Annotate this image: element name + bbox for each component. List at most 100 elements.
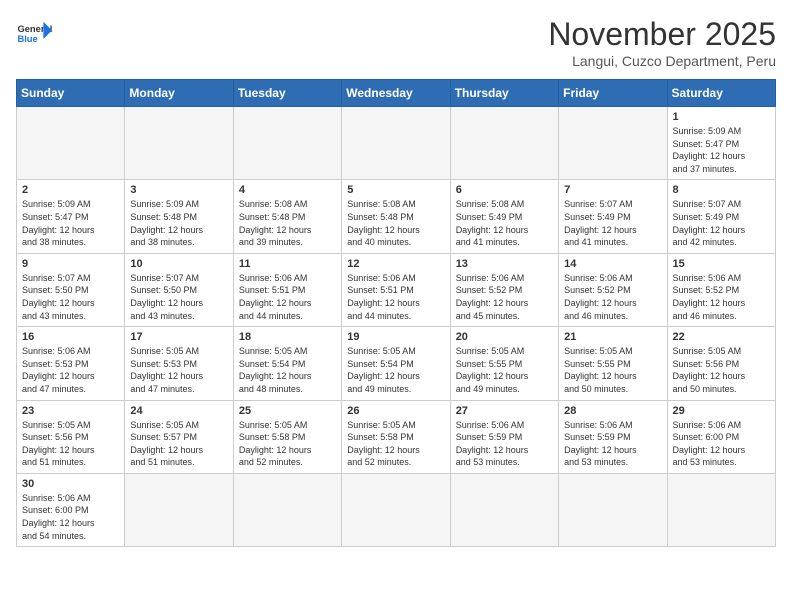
day-info: Sunrise: 5:06 AM Sunset: 5:51 PM Dayligh… xyxy=(239,272,336,322)
calendar-cell: 8 Sunrise: 5:07 AM Sunset: 5:49 PM Daylig… xyxy=(667,180,775,253)
day-info: Sunrise: 5:05 AM Sunset: 5:54 PM Dayligh… xyxy=(347,345,444,395)
day-info: Sunrise: 5:07 AM Sunset: 5:50 PM Dayligh… xyxy=(22,272,119,322)
calendar-week-1: 1 Sunrise: 5:09 AM Sunset: 5:47 PM Daylig… xyxy=(17,107,776,180)
day-info: Sunrise: 5:06 AM Sunset: 6:00 PM Dayligh… xyxy=(22,492,119,542)
day-info: Sunrise: 5:07 AM Sunset: 5:49 PM Dayligh… xyxy=(673,198,770,248)
day-number: 18 xyxy=(239,331,336,343)
calendar-cell: 15 Sunrise: 5:06 AM Sunset: 5:52 PM Dayli… xyxy=(667,253,775,326)
day-info: Sunrise: 5:09 AM Sunset: 5:47 PM Dayligh… xyxy=(22,198,119,248)
calendar-cell: 16 Sunrise: 5:06 AM Sunset: 5:53 PM Dayli… xyxy=(17,327,125,400)
weekday-header-friday: Friday xyxy=(559,80,667,107)
day-number: 8 xyxy=(673,184,770,196)
calendar-cell: 13 Sunrise: 5:06 AM Sunset: 5:52 PM Dayli… xyxy=(450,253,558,326)
day-number: 7 xyxy=(564,184,661,196)
day-number: 30 xyxy=(22,478,119,490)
day-number: 23 xyxy=(22,405,119,417)
weekday-header-saturday: Saturday xyxy=(667,80,775,107)
day-number: 10 xyxy=(130,258,227,270)
calendar-cell: 22Sunrise: 5:05 AM Sunset: 5:56 PM Dayli… xyxy=(667,327,775,400)
svg-text:Blue: Blue xyxy=(17,34,37,44)
day-number: 25 xyxy=(239,405,336,417)
calendar-week-2: 2 Sunrise: 5:09 AM Sunset: 5:47 PM Daylig… xyxy=(17,180,776,253)
weekday-header-thursday: Thursday xyxy=(450,80,558,107)
calendar-cell: 24 Sunrise: 5:05 AM Sunset: 5:57 PM Dayli… xyxy=(125,400,233,473)
weekday-header-tuesday: Tuesday xyxy=(233,80,341,107)
calendar-cell xyxy=(450,473,558,546)
day-info: Sunrise: 5:08 AM Sunset: 5:49 PM Dayligh… xyxy=(456,198,553,248)
calendar-cell xyxy=(17,107,125,180)
calendar-cell: 18 Sunrise: 5:05 AM Sunset: 5:54 PM Dayli… xyxy=(233,327,341,400)
title-block: November 2025 Langui, Cuzco Department, … xyxy=(548,16,776,69)
calendar-cell: 30 Sunrise: 5:06 AM Sunset: 6:00 PM Dayli… xyxy=(17,473,125,546)
day-number: 24 xyxy=(130,405,227,417)
calendar-cell: 4 Sunrise: 5:08 AM Sunset: 5:48 PM Daylig… xyxy=(233,180,341,253)
calendar-cell: 10 Sunrise: 5:07 AM Sunset: 5:50 PM Dayli… xyxy=(125,253,233,326)
day-info: Sunrise: 5:05 AM Sunset: 5:58 PM Dayligh… xyxy=(239,419,336,469)
day-info: Sunrise: 5:07 AM Sunset: 5:49 PM Dayligh… xyxy=(564,198,661,248)
day-number: 1 xyxy=(673,111,770,123)
calendar-cell: 6Sunrise: 5:08 AM Sunset: 5:49 PM Daylig… xyxy=(450,180,558,253)
calendar-cell xyxy=(125,473,233,546)
calendar-cell: 2 Sunrise: 5:09 AM Sunset: 5:47 PM Daylig… xyxy=(17,180,125,253)
day-info: Sunrise: 5:05 AM Sunset: 5:55 PM Dayligh… xyxy=(456,345,553,395)
calendar-cell: 26 Sunrise: 5:05 AM Sunset: 5:58 PM Dayli… xyxy=(342,400,450,473)
day-info: Sunrise: 5:05 AM Sunset: 5:53 PM Dayligh… xyxy=(130,345,227,395)
calendar-cell: 19Sunrise: 5:05 AM Sunset: 5:54 PM Dayli… xyxy=(342,327,450,400)
day-number: 29 xyxy=(673,405,770,417)
day-number: 4 xyxy=(239,184,336,196)
calendar-cell xyxy=(342,473,450,546)
calendar-cell: 27Sunrise: 5:06 AM Sunset: 5:59 PM Dayli… xyxy=(450,400,558,473)
calendar-cell: 5Sunrise: 5:08 AM Sunset: 5:48 PM Daylig… xyxy=(342,180,450,253)
day-number: 16 xyxy=(22,331,119,343)
calendar-cell xyxy=(125,107,233,180)
day-info: Sunrise: 5:09 AM Sunset: 5:48 PM Dayligh… xyxy=(130,198,227,248)
day-info: Sunrise: 5:06 AM Sunset: 5:52 PM Dayligh… xyxy=(673,272,770,322)
calendar-cell: 12 Sunrise: 5:06 AM Sunset: 5:51 PM Dayli… xyxy=(342,253,450,326)
calendar-cell xyxy=(342,107,450,180)
day-number: 20 xyxy=(456,331,553,343)
day-info: Sunrise: 5:05 AM Sunset: 5:56 PM Dayligh… xyxy=(22,419,119,469)
calendar-cell xyxy=(450,107,558,180)
day-number: 12 xyxy=(347,258,444,270)
month-title: November 2025 xyxy=(548,16,776,53)
weekday-header-sunday: Sunday xyxy=(17,80,125,107)
calendar-cell: 1 Sunrise: 5:09 AM Sunset: 5:47 PM Daylig… xyxy=(667,107,775,180)
calendar-cell: 28Sunrise: 5:06 AM Sunset: 5:59 PM Dayli… xyxy=(559,400,667,473)
day-number: 3 xyxy=(130,184,227,196)
day-number: 26 xyxy=(347,405,444,417)
day-info: Sunrise: 5:09 AM Sunset: 5:47 PM Dayligh… xyxy=(673,125,770,175)
calendar-cell xyxy=(559,473,667,546)
day-number: 9 xyxy=(22,258,119,270)
day-number: 13 xyxy=(456,258,553,270)
day-number: 14 xyxy=(564,258,661,270)
day-info: Sunrise: 5:08 AM Sunset: 5:48 PM Dayligh… xyxy=(347,198,444,248)
calendar-cell: 7 Sunrise: 5:07 AM Sunset: 5:49 PM Daylig… xyxy=(559,180,667,253)
calendar-cell: 14 Sunrise: 5:06 AM Sunset: 5:52 PM Dayli… xyxy=(559,253,667,326)
calendar-cell: 23 Sunrise: 5:05 AM Sunset: 5:56 PM Dayli… xyxy=(17,400,125,473)
day-info: Sunrise: 5:06 AM Sunset: 5:53 PM Dayligh… xyxy=(22,345,119,395)
calendar-cell: 25 Sunrise: 5:05 AM Sunset: 5:58 PM Dayli… xyxy=(233,400,341,473)
day-info: Sunrise: 5:06 AM Sunset: 5:52 PM Dayligh… xyxy=(564,272,661,322)
calendar-cell: 21Sunrise: 5:05 AM Sunset: 5:55 PM Dayli… xyxy=(559,327,667,400)
day-info: Sunrise: 5:05 AM Sunset: 5:58 PM Dayligh… xyxy=(347,419,444,469)
day-number: 21 xyxy=(564,331,661,343)
day-info: Sunrise: 5:05 AM Sunset: 5:57 PM Dayligh… xyxy=(130,419,227,469)
day-info: Sunrise: 5:06 AM Sunset: 5:52 PM Dayligh… xyxy=(456,272,553,322)
day-number: 11 xyxy=(239,258,336,270)
day-number: 22 xyxy=(673,331,770,343)
logo-icon: General Blue xyxy=(16,16,52,52)
weekday-header-wednesday: Wednesday xyxy=(342,80,450,107)
calendar-cell: 9 Sunrise: 5:07 AM Sunset: 5:50 PM Daylig… xyxy=(17,253,125,326)
logo: General Blue xyxy=(16,16,52,52)
day-info: Sunrise: 5:05 AM Sunset: 5:54 PM Dayligh… xyxy=(239,345,336,395)
calendar-cell: 3 Sunrise: 5:09 AM Sunset: 5:48 PM Daylig… xyxy=(125,180,233,253)
calendar-cell xyxy=(233,107,341,180)
day-info: Sunrise: 5:06 AM Sunset: 5:51 PM Dayligh… xyxy=(347,272,444,322)
calendar-week-4: 16 Sunrise: 5:06 AM Sunset: 5:53 PM Dayli… xyxy=(17,327,776,400)
day-number: 2 xyxy=(22,184,119,196)
day-number: 28 xyxy=(564,405,661,417)
weekday-header-row: SundayMondayTuesdayWednesdayThursdayFrid… xyxy=(17,80,776,107)
day-info: Sunrise: 5:08 AM Sunset: 5:48 PM Dayligh… xyxy=(239,198,336,248)
day-number: 15 xyxy=(673,258,770,270)
day-info: Sunrise: 5:07 AM Sunset: 5:50 PM Dayligh… xyxy=(130,272,227,322)
